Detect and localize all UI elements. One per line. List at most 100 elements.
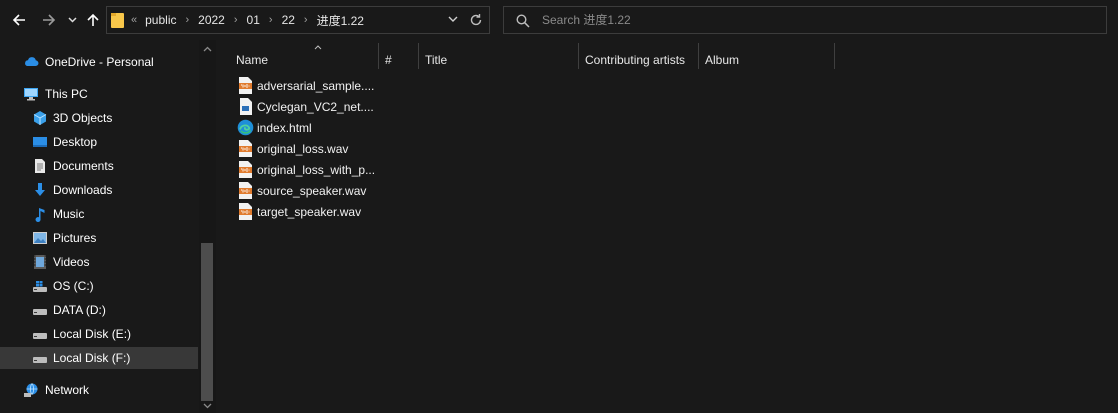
up-button[interactable]	[84, 8, 102, 32]
toolbar: « public › 2022 › 01 › 22 › 进度1.22	[0, 0, 1118, 40]
navigation-pane: OneDrive - Personal This PC 3D Objects D…	[0, 40, 216, 413]
sort-ascending-icon	[314, 45, 322, 50]
arrow-up-icon	[87, 13, 99, 26]
file-row[interactable]: target_speaker.wav	[235, 201, 375, 222]
wav-file-icon	[239, 203, 252, 220]
network-icon	[24, 383, 38, 397]
sidebar-item-local-disk-f[interactable]: Local Disk (F:)	[0, 347, 198, 369]
sidebar-item-label: Videos	[53, 255, 90, 269]
breadcrumb-overflow[interactable]: «	[131, 14, 137, 26]
sidebar-item-documents[interactable]: Documents	[0, 155, 198, 177]
sidebar-item-label: Local Disk (F:)	[53, 351, 131, 365]
sidebar-item-label: Music	[53, 207, 85, 221]
column-header-label: Album	[705, 53, 740, 67]
breadcrumb-item-current[interactable]: 进度1.22	[317, 12, 364, 29]
column-header-title[interactable]: Title	[419, 44, 577, 70]
file-name: Cyclegan_VC2_net....	[257, 100, 374, 114]
sidebar-item-videos[interactable]: Videos	[0, 251, 198, 273]
generic-file-icon	[240, 98, 252, 115]
file-row[interactable]: Cyclegan_VC2_net....	[235, 96, 375, 117]
chevron-right-icon[interactable]: ›	[304, 14, 308, 26]
wav-file-icon	[239, 161, 252, 178]
file-row[interactable]: original_loss.wav	[235, 138, 375, 159]
sidebar-item-this-pc[interactable]: This PC	[0, 83, 198, 105]
file-name: index.html	[257, 121, 312, 135]
sidebar-item-downloads[interactable]: Downloads	[0, 179, 198, 201]
address-bar[interactable]: « public › 2022 › 01 › 22 › 进度1.22	[106, 6, 490, 34]
music-note-icon	[35, 208, 45, 222]
chevron-right-icon[interactable]: ›	[269, 14, 273, 26]
column-divider[interactable]	[834, 43, 835, 69]
picture-icon	[33, 232, 47, 244]
column-header-label: #	[385, 53, 392, 67]
sidebar-item-label: Local Disk (E:)	[53, 327, 132, 341]
chevron-down-icon	[67, 17, 77, 23]
file-row[interactable]: original_loss_with_p...	[235, 159, 375, 180]
cloud-icon	[25, 57, 39, 67]
column-header-label: Title	[425, 53, 448, 67]
drive-icon	[33, 357, 47, 363]
arrow-right-icon	[43, 14, 56, 26]
address-history-chevron-icon[interactable]	[448, 14, 458, 24]
cube-icon	[33, 111, 47, 125]
drive-icon	[33, 309, 47, 315]
back-button[interactable]	[8, 8, 30, 32]
sidebar-item-local-disk-e[interactable]: Local Disk (E:)	[0, 323, 198, 345]
edge-html-icon	[237, 119, 254, 136]
sidebar-scrollbar[interactable]	[199, 40, 216, 413]
column-header-contributing-artists[interactable]: Contributing artists	[579, 44, 697, 70]
file-name: adversarial_sample....	[257, 79, 375, 93]
breadcrumb-item-01[interactable]: 01	[247, 13, 260, 27]
sidebar-item-label: Network	[45, 383, 90, 397]
column-header-name[interactable]: Name	[230, 44, 378, 70]
wav-file-icon	[239, 77, 252, 94]
sidebar-item-onedrive[interactable]: OneDrive - Personal	[0, 51, 198, 73]
wav-file-icon	[239, 140, 252, 157]
file-row[interactable]: index.html	[235, 117, 375, 138]
file-row[interactable]: source_speaker.wav	[235, 180, 375, 201]
sidebar-item-network[interactable]: Network	[0, 379, 198, 401]
sidebar-item-label: OS (C:)	[53, 279, 94, 293]
sidebar-item-label: Pictures	[53, 231, 97, 245]
sidebar-item-pictures[interactable]: Pictures	[0, 227, 198, 249]
search-input[interactable]	[542, 7, 1082, 33]
column-header-label: Contributing artists	[585, 53, 686, 67]
sidebar-item-label: OneDrive - Personal	[45, 55, 154, 69]
column-header-number[interactable]: #	[379, 44, 417, 70]
computer-icon	[24, 88, 38, 101]
file-name: original_loss_with_p...	[257, 163, 376, 177]
wav-file-icon	[239, 182, 252, 199]
scroll-up-icon[interactable]	[203, 46, 212, 52]
sidebar-item-desktop[interactable]: Desktop	[0, 131, 198, 153]
search-icon	[516, 14, 530, 28]
search-box[interactable]	[503, 6, 1107, 34]
breadcrumb-item-22[interactable]: 22	[282, 13, 295, 27]
video-icon	[34, 255, 46, 269]
scrollbar-thumb[interactable]	[201, 243, 213, 401]
chevron-right-icon[interactable]: ›	[185, 14, 189, 26]
file-name: source_speaker.wav	[257, 184, 367, 198]
file-name: original_loss.wav	[257, 142, 349, 156]
sidebar-item-data-d[interactable]: DATA (D:)	[0, 299, 198, 321]
scroll-down-icon[interactable]	[203, 403, 212, 409]
sidebar-item-label: Documents	[53, 159, 114, 173]
recent-locations-button[interactable]	[64, 8, 80, 32]
file-row[interactable]: adversarial_sample....	[235, 75, 375, 96]
breadcrumb-item-public[interactable]: public	[145, 13, 176, 27]
document-icon	[35, 159, 45, 173]
file-list-pane: Name # Title Contributing artists Album …	[217, 40, 1118, 413]
sidebar-item-label: This PC	[45, 87, 88, 101]
sidebar-item-3d-objects[interactable]: 3D Objects	[0, 107, 198, 129]
chevron-right-icon[interactable]: ›	[234, 14, 238, 26]
forward-button[interactable]	[38, 8, 60, 32]
refresh-icon[interactable]	[469, 13, 483, 27]
column-header-album[interactable]: Album	[699, 44, 833, 70]
sidebar-item-music[interactable]: Music	[0, 203, 198, 225]
sidebar-item-label: Downloads	[53, 183, 113, 197]
breadcrumb-item-2022[interactable]: 2022	[198, 13, 225, 27]
arrow-left-icon	[12, 14, 25, 26]
sidebar-item-os-c[interactable]: OS (C:)	[0, 275, 198, 297]
sidebar-item-label: 3D Objects	[53, 111, 113, 125]
drive-icon	[33, 333, 47, 339]
folder-icon	[111, 13, 124, 28]
